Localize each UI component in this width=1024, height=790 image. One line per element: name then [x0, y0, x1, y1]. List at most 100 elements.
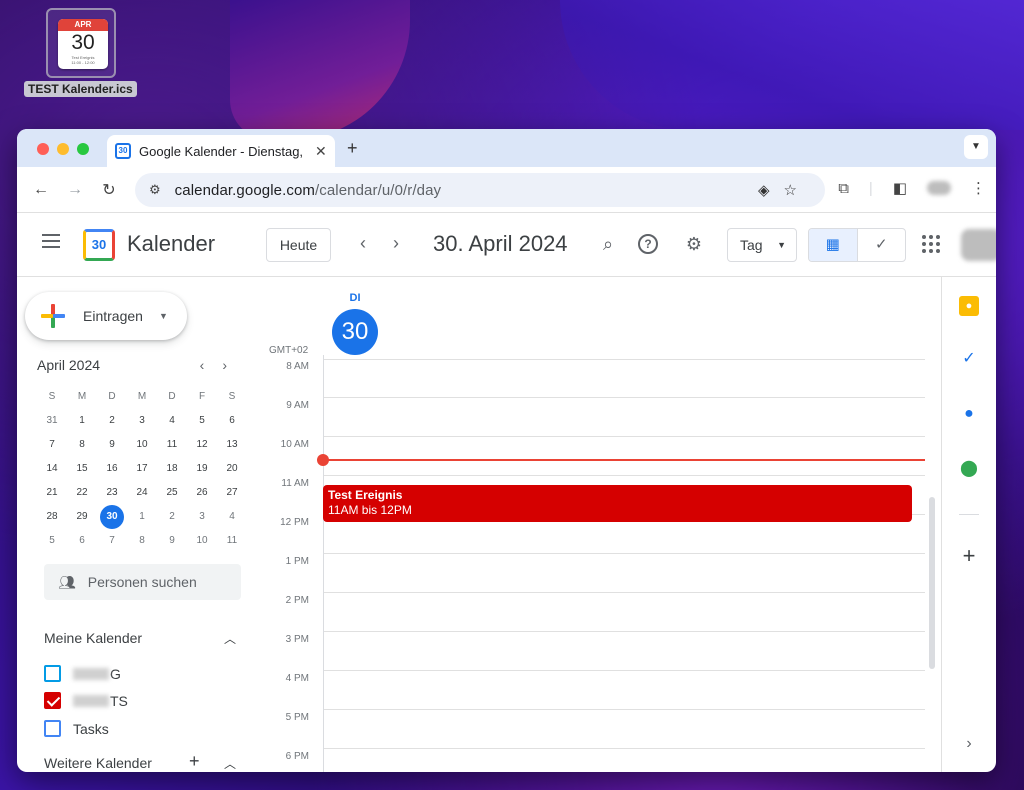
- calendar-item[interactable]: G: [44, 665, 121, 682]
- contacts-icon[interactable]: ●: [959, 404, 979, 424]
- mini-calendar-day[interactable]: 3: [187, 505, 217, 529]
- today-button[interactable]: Heute: [266, 228, 331, 262]
- search-icon[interactable]: ⌕: [596, 232, 620, 256]
- mini-calendar-day[interactable]: 20: [217, 457, 247, 481]
- mini-calendar-day[interactable]: 15: [67, 457, 97, 481]
- mini-calendar-day[interactable]: 6: [67, 529, 97, 553]
- minimize-window-button[interactable]: [57, 143, 69, 155]
- mini-calendar-day[interactable]: 19: [187, 457, 217, 481]
- bookmark-star-icon[interactable]: ☆: [784, 182, 811, 199]
- more-menu-icon[interactable]: ⋮: [971, 179, 986, 197]
- calendar-logo-icon[interactable]: 30: [83, 229, 115, 261]
- close-window-button[interactable]: [37, 143, 49, 155]
- app-title[interactable]: Kalender: [127, 231, 215, 257]
- previous-month-icon[interactable]: ‹: [200, 357, 223, 373]
- keep-icon[interactable]: ●: [959, 296, 979, 316]
- mini-calendar-day[interactable]: 1: [127, 505, 157, 529]
- close-tab-icon[interactable]: ✕: [315, 143, 327, 160]
- mini-calendar-day[interactable]: 24: [127, 481, 157, 505]
- mini-calendar-day[interactable]: 8: [127, 529, 157, 553]
- mini-calendar-day[interactable]: 18: [157, 457, 187, 481]
- people-search-input[interactable]: 👥︎ Personen suchen: [44, 564, 241, 600]
- back-arrow-icon[interactable]: ←: [27, 181, 55, 199]
- mini-calendar-day[interactable]: 7: [97, 529, 127, 553]
- mini-calendar-day[interactable]: 9: [157, 529, 187, 553]
- profile-avatar[interactable]: [927, 181, 951, 195]
- calendar-item-tasks[interactable]: Tasks: [44, 720, 109, 737]
- day-number[interactable]: 30: [332, 309, 378, 355]
- view-selector[interactable]: Tag ▼: [727, 228, 797, 262]
- calendar-checkbox[interactable]: [44, 692, 61, 709]
- next-month-icon[interactable]: ›: [222, 357, 245, 373]
- address-bar[interactable]: ⚙ calendar.google.com/calendar/u/0/r/day…: [135, 173, 825, 207]
- calendar-checkbox[interactable]: [44, 665, 61, 682]
- mini-calendar-day[interactable]: 21: [37, 481, 67, 505]
- mini-calendar-day[interactable]: 3: [127, 409, 157, 433]
- reload-icon[interactable]: ↻: [95, 180, 123, 200]
- site-settings-icon[interactable]: ⚙: [149, 182, 161, 198]
- mini-calendar-day[interactable]: 14: [37, 457, 67, 481]
- mini-calendar-day[interactable]: 9: [97, 433, 127, 457]
- mini-calendar-day[interactable]: 27: [217, 481, 247, 505]
- mini-calendar-day[interactable]: 22: [67, 481, 97, 505]
- tasks-icon[interactable]: ✓: [959, 349, 979, 369]
- zoom-window-button[interactable]: [77, 143, 89, 155]
- mini-calendar-day[interactable]: 12: [187, 433, 217, 457]
- new-tab-button[interactable]: +: [347, 138, 358, 159]
- help-icon[interactable]: ?: [638, 234, 658, 254]
- chevron-up-icon[interactable]: ︿: [224, 630, 236, 647]
- translate-icon[interactable]: ◈: [758, 182, 784, 199]
- mini-calendar-day[interactable]: 2: [157, 505, 187, 529]
- mini-calendar-day[interactable]: 29: [67, 505, 97, 529]
- mini-calendar-day[interactable]: 31: [37, 409, 67, 433]
- chevron-up-icon[interactable]: ︿: [224, 755, 236, 772]
- other-calendars-header[interactable]: Weitere Kalender + ︿: [44, 751, 236, 771]
- create-button[interactable]: Eintragen ▼: [25, 292, 187, 340]
- mini-calendar-day[interactable]: 2: [97, 409, 127, 433]
- previous-period-icon[interactable]: ‹: [360, 233, 366, 254]
- mini-calendar-day[interactable]: 8: [67, 433, 97, 457]
- mini-calendar-day[interactable]: 7: [37, 433, 67, 457]
- mini-calendar-day[interactable]: 28: [37, 505, 67, 529]
- vertical-scrollbar[interactable]: [929, 497, 935, 669]
- ics-file-icon[interactable]: APR 30 Test Ereignis 11:00 - 12:00: [46, 8, 116, 78]
- google-apps-icon[interactable]: [922, 235, 940, 253]
- mini-calendar-day[interactable]: 6: [217, 409, 247, 433]
- mini-calendar-day[interactable]: 25: [157, 481, 187, 505]
- mini-calendar-day[interactable]: 23: [97, 481, 127, 505]
- tab-search-button[interactable]: ▼: [964, 135, 988, 159]
- expand-panel-icon[interactable]: ›: [959, 734, 979, 754]
- calendar-view-icon[interactable]: ▦: [809, 229, 858, 261]
- day-header[interactable]: DI 30: [332, 292, 378, 355]
- side-panel-icon[interactable]: ◧: [893, 179, 907, 197]
- calendar-checkbox[interactable]: [44, 720, 61, 737]
- mini-calendar-day[interactable]: 4: [157, 409, 187, 433]
- mini-calendar-day[interactable]: 5: [187, 409, 217, 433]
- calendar-event[interactable]: Test Ereignis 11AM bis 12PM: [323, 485, 912, 522]
- forward-arrow-icon[interactable]: →: [61, 181, 89, 199]
- extensions-puzzle-icon[interactable]: ⧉: [838, 180, 849, 197]
- add-calendar-icon[interactable]: +: [189, 751, 200, 772]
- main-menu-icon[interactable]: [42, 234, 60, 252]
- mini-calendar-day[interactable]: 17: [127, 457, 157, 481]
- account-avatar[interactable]: [961, 229, 996, 261]
- mini-calendar-day[interactable]: 10: [187, 529, 217, 553]
- ics-file-label[interactable]: TEST Kalender.ics: [24, 81, 137, 97]
- maps-pin-icon[interactable]: ⬤: [959, 459, 979, 479]
- url-text[interactable]: calendar.google.com/calendar/u/0/r/day: [175, 182, 441, 199]
- mini-calendar-day[interactable]: 5: [37, 529, 67, 553]
- mini-calendar-day[interactable]: 4: [217, 505, 247, 529]
- mini-calendar-day[interactable]: 11: [217, 529, 247, 553]
- mini-calendar-day[interactable]: 13: [217, 433, 247, 457]
- my-calendars-header[interactable]: Meine Kalender ︿: [44, 630, 236, 646]
- settings-gear-icon[interactable]: ⚙: [682, 232, 706, 256]
- add-addon-icon[interactable]: +: [959, 545, 979, 567]
- calendar-item[interactable]: TS: [44, 692, 128, 709]
- mini-calendar-day[interactable]: 1: [67, 409, 97, 433]
- next-period-icon[interactable]: ›: [393, 233, 399, 254]
- mini-calendar-day-selected[interactable]: 30: [97, 505, 127, 529]
- mini-calendar-day[interactable]: 10: [127, 433, 157, 457]
- mini-calendar-day[interactable]: 11: [157, 433, 187, 457]
- browser-tab[interactable]: 30 Google Kalender - Dienstag, ✕: [107, 135, 335, 167]
- tasks-view-icon[interactable]: ✓: [858, 229, 906, 261]
